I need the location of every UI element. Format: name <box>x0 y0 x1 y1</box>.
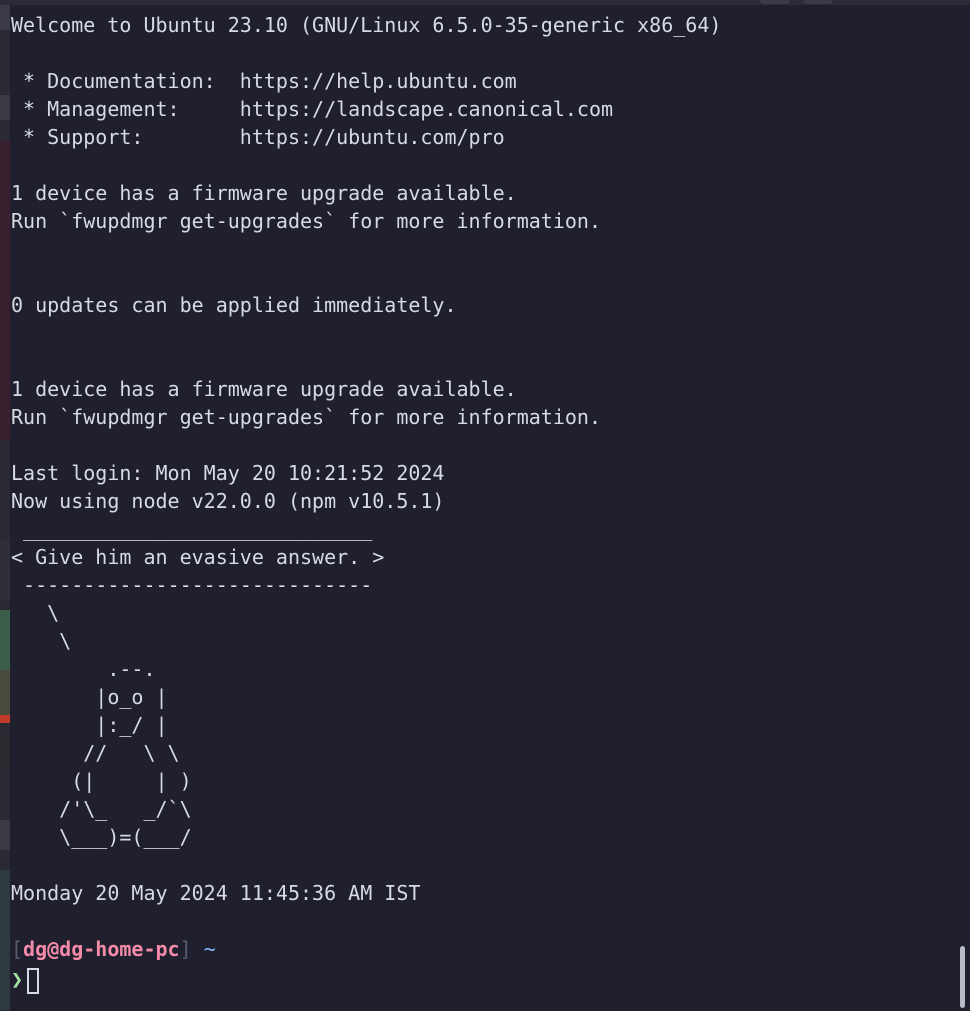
output-line: Welcome to Ubuntu 23.10 (GNU/Linux 6.5.0… <box>11 13 722 37</box>
output-line: (| | ) <box>11 769 192 793</box>
output-line: Now using node v22.0.0 (npm v10.5.1) <box>11 489 445 513</box>
output-line: _____________________________ <box>11 517 373 541</box>
output-line: /'\_ _/`\ <box>11 797 192 821</box>
prompt-open-bracket: [ <box>11 937 24 961</box>
output-line: * Support: https://ubuntu.com/pro <box>11 125 505 149</box>
screen: Welcome to Ubuntu 23.10 (GNU/Linux 6.5.0… <box>0 0 970 1011</box>
titlebar-button[interactable] <box>760 0 790 4</box>
titlebar-button[interactable] <box>803 0 833 4</box>
prompt-symbol: ❯ <box>11 967 24 991</box>
output-line: Run `fwupdmgr get-upgrades` for more inf… <box>11 405 602 429</box>
output-line: \ <box>11 629 72 653</box>
output-line: 1 device has a firmware upgrade availabl… <box>11 181 517 205</box>
output-line: |o_o | <box>11 685 168 709</box>
output-line: .--. <box>11 657 156 681</box>
output-line: \___)=(___/ <box>11 825 192 849</box>
command-input-line[interactable]: ❯ <box>11 965 40 994</box>
terminal-output: Welcome to Ubuntu 23.10 (GNU/Linux 6.5.0… <box>11 11 721 907</box>
output-line: \ <box>11 601 60 625</box>
output-line: Monday 20 May 2024 11:45:36 AM IST <box>11 881 421 905</box>
output-line: 0 updates can be applied immediately. <box>11 293 457 317</box>
scrollbar-thumb[interactable] <box>960 946 965 1008</box>
terminal-window[interactable]: Welcome to Ubuntu 23.10 (GNU/Linux 6.5.0… <box>10 5 960 1011</box>
text-cursor[interactable] <box>27 967 40 994</box>
prompt-user-host: dg@dg-home-pc <box>23 937 180 961</box>
output-line: ----------------------------- <box>11 573 373 597</box>
shell-prompt: [dg@dg-home-pc] ~ <box>11 935 216 963</box>
output-line: * Management: https://landscape.canonica… <box>11 97 614 121</box>
output-line: * Documentation: https://help.ubuntu.com <box>11 69 517 93</box>
prompt-cwd: ~ <box>203 937 216 961</box>
output-line: < Give him an evasive answer. > <box>11 545 385 569</box>
output-line: Last login: Mon May 20 10:21:52 2024 <box>11 461 445 485</box>
output-line: Run `fwupdmgr get-upgrades` for more inf… <box>11 209 602 233</box>
output-line: 1 device has a firmware upgrade availabl… <box>11 377 517 401</box>
output-line: // \ \ <box>11 741 180 765</box>
prompt-close-bracket: ] <box>179 937 192 961</box>
output-line: |:_/ | <box>11 713 168 737</box>
background-window-edge <box>0 0 10 1011</box>
